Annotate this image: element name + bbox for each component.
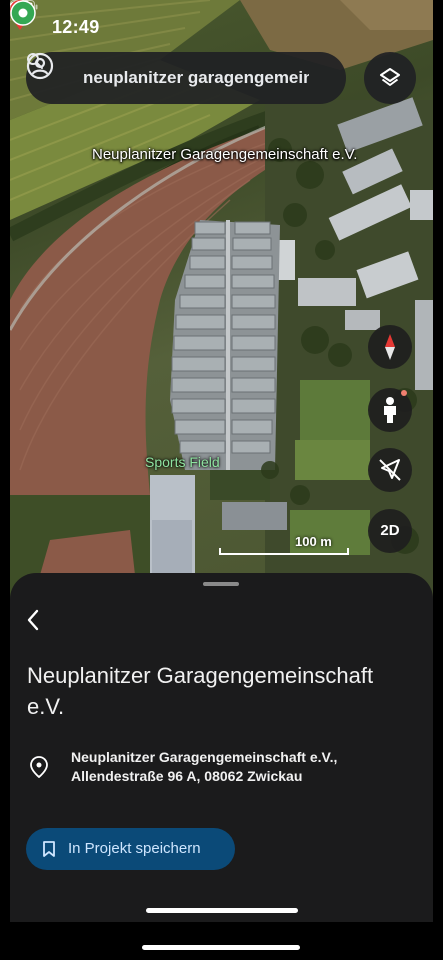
status-bar: 12:49 [10,0,433,50]
place-details-sheet[interactable]: Neuplanitzer Garagengemeinschaft e.V. Ne… [10,573,433,922]
account-icon[interactable] [26,52,54,80]
satellite-map[interactable]: 12:49 neuplanitzer garagengemein Neuplan… [10,0,433,600]
scale-label: 100 m [295,534,332,549]
outer-home-indicator[interactable] [142,945,300,950]
map-place-label[interactable]: Neuplanitzer Garagengemeinschaft e.V. [92,146,357,163]
location-off-icon [379,459,401,481]
notification-dot [401,390,407,396]
poi-label[interactable]: Sports Field [145,454,220,470]
save-to-project-button[interactable]: In Projekt speichern [26,828,235,870]
layers-icon [380,68,400,86]
place-title: Neuplanitzer Garagengemeinschaft e.V. [27,663,374,719]
sheet-grabber[interactable] [203,582,239,586]
search-bar[interactable]: neuplanitzer garagengemeinschaft [26,52,346,104]
phone-screen: 12:49 neuplanitzer garagengemein Neuplan… [10,0,433,922]
layers-button[interactable] [364,52,416,104]
save-button-label: In Projekt speichern [68,840,201,857]
address-pin-icon [30,756,48,778]
view-mode-2d-button[interactable]: 2D [368,509,412,553]
bookmark-icon [43,841,55,857]
sports-field-poi-icon[interactable] [10,0,36,26]
my-location-button[interactable] [368,448,412,492]
street-view-button[interactable] [368,388,412,432]
status-time: 12:49 [52,17,100,37]
compass-button[interactable] [368,325,412,369]
compass-icon [385,334,395,360]
scale-bar [219,548,349,555]
search-input[interactable]: neuplanitzer garagengemeinschaft [83,68,309,88]
home-indicator[interactable] [146,908,298,913]
back-arrow-icon[interactable] [22,608,46,632]
place-address[interactable]: Neuplanitzer Garagengemeinschaft e.V., A… [71,748,421,786]
